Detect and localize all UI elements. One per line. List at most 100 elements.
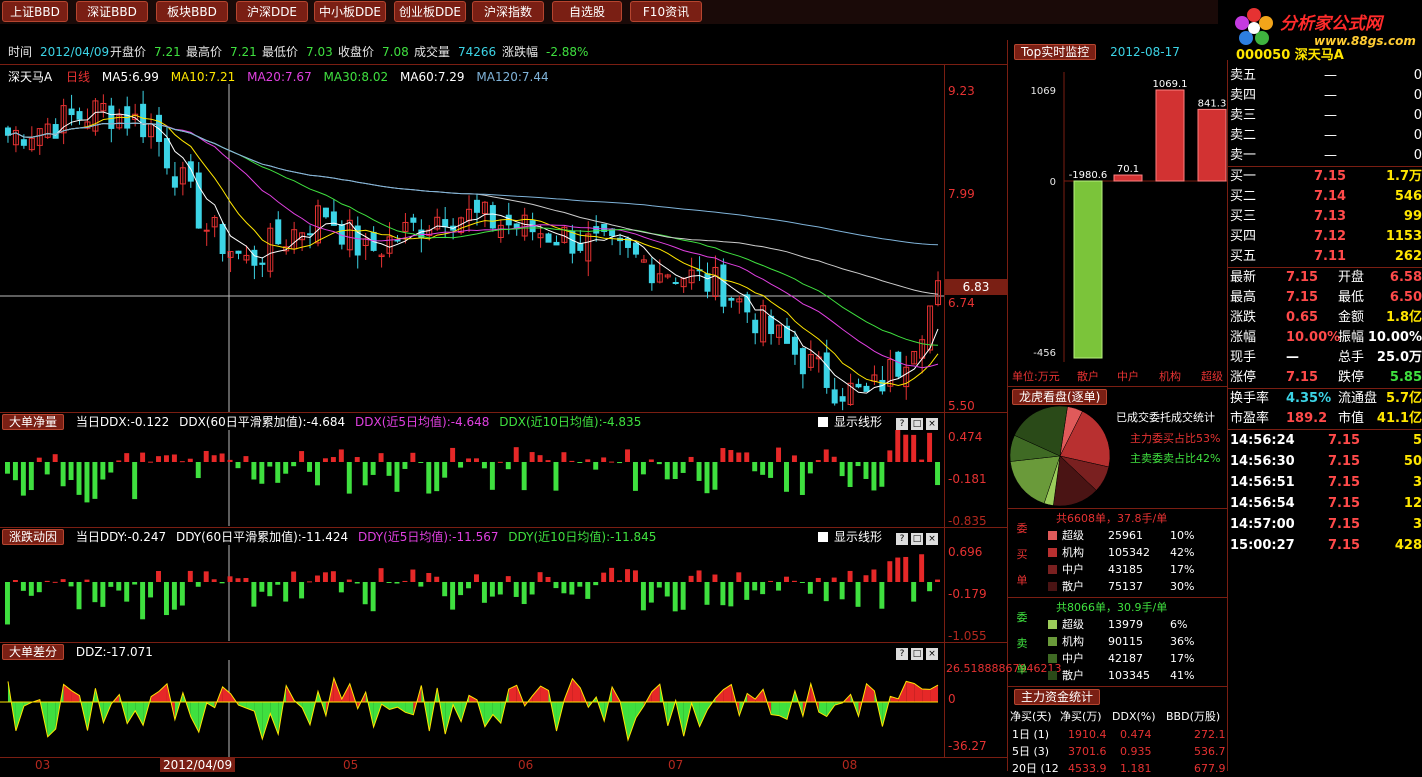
price-axis-label: 9.23 [948, 84, 975, 98]
toolbar-button-sme-dde[interactable]: 中小板DDE [314, 1, 386, 22]
toolbar-button-sector-bbd[interactable]: 板块BBD [156, 1, 228, 22]
ddz-area [866, 683, 875, 702]
ddz-area [572, 678, 581, 702]
lhb-tag[interactable]: 龙虎看盘(逐单) [1012, 389, 1108, 405]
maximize-icon[interactable]: □ [911, 418, 923, 430]
help-icon[interactable]: ? [896, 648, 908, 660]
candle-body [76, 111, 83, 120]
quote-stat-label: 流通盘 [1338, 391, 1378, 406]
negative-bar [132, 462, 138, 500]
close-icon[interactable]: × [926, 533, 938, 545]
positive-bar [648, 459, 654, 462]
negative-bar [346, 462, 352, 494]
toolbar-button-f10[interactable]: F10资讯 [630, 1, 702, 22]
positive-bar [203, 450, 209, 462]
negative-bar [752, 582, 758, 591]
candle-body [823, 352, 830, 388]
negative-bar [855, 582, 861, 607]
toolbar-button-hs-index[interactable]: 沪深指数 [472, 1, 544, 22]
checkbox-icon[interactable] [818, 417, 828, 427]
negative-bar [76, 582, 82, 610]
kline-chart[interactable] [0, 84, 944, 412]
close-icon[interactable]: × [926, 418, 938, 430]
positive-bar [354, 457, 360, 462]
tick-volume: 12 [1403, 496, 1422, 511]
close-label: 收盘价 [338, 45, 375, 59]
quote-sell-row: 卖四 — 0 [1228, 86, 1422, 106]
positive-bar [720, 448, 726, 462]
negative-bar [855, 462, 861, 467]
candle-body [577, 242, 584, 251]
positive-bar [625, 569, 630, 582]
negative-bar [283, 582, 289, 602]
negative-bar [259, 462, 265, 484]
ddx-tag[interactable]: 大单净量 [2, 414, 65, 430]
positive-bar [211, 579, 217, 582]
ddz-chart[interactable] [0, 660, 944, 757]
candle-body [720, 264, 727, 307]
ddz-area [699, 702, 708, 727]
capital-cell: 0.935 [1120, 745, 1152, 758]
positive-bar [791, 580, 797, 582]
toolbar-button-gem-dde[interactable]: 创业板DDE [394, 1, 466, 22]
ma60-line [7, 122, 939, 295]
candle-body [704, 273, 711, 292]
ddx-axis-label: -0.835 [948, 514, 987, 528]
toolbar-button-hs-dde[interactable]: 沪深DDE [236, 1, 308, 22]
quote-sell-label: 卖三 [1230, 108, 1257, 123]
ddy-tag[interactable]: 涨跌动因 [2, 529, 65, 545]
ddx-show-lines[interactable]: 显示线形 [818, 414, 882, 430]
negative-bar [784, 462, 789, 492]
close-icon[interactable]: × [926, 648, 938, 660]
ddx-chart[interactable] [0, 430, 944, 526]
quote-sell-volume: 0 [1413, 68, 1422, 83]
help-icon[interactable]: ? [896, 533, 908, 545]
checkbox-icon[interactable] [818, 532, 828, 542]
negative-bar [680, 462, 686, 473]
positive-bar [187, 570, 193, 582]
toolbar-button-sh-bbd[interactable]: 上证BBD [2, 1, 68, 22]
toolbar-button-watchlist[interactable]: 自选股 [552, 1, 622, 22]
quote-stat-value: 4.35% [1286, 391, 1332, 406]
candle-body [799, 348, 806, 375]
maximize-icon[interactable]: □ [911, 648, 923, 660]
positive-bar [895, 557, 901, 582]
help-icon[interactable]: ? [896, 418, 908, 430]
negative-bar [20, 462, 26, 496]
quote-stat-row: 市盈率 189.2 市值 41.1亿 [1228, 409, 1422, 429]
positive-bar [736, 452, 742, 462]
ddz-tag[interactable]: 大单差分 [2, 644, 65, 660]
negative-bar [251, 582, 257, 607]
positive-bar [847, 570, 853, 582]
ddy-show-lines[interactable]: 显示线形 [818, 529, 882, 545]
quote-stat-label: 现手 [1230, 350, 1257, 365]
period-label[interactable]: 日线 [66, 70, 90, 84]
lhb-row-name: 中户 [1062, 563, 1084, 576]
divider [0, 64, 1007, 65]
negative-bar [728, 582, 734, 607]
top-monitor-tag[interactable]: Top实时监控 [1014, 44, 1097, 60]
capital-column-header: 净买(天) [1010, 710, 1052, 723]
quote-buy-row: 买五 7.11 262 [1228, 247, 1422, 267]
candle-body [489, 205, 496, 229]
capital-tag[interactable]: 主力资金统计 [1014, 689, 1101, 705]
candle-body [410, 217, 417, 223]
candle-body [569, 230, 576, 254]
ddx-show-label: 显示线形 [834, 415, 883, 429]
tick-row: 14:57:00 7.15 3 [1228, 514, 1422, 535]
ddy-axis-label: -0.179 [948, 587, 987, 601]
negative-bar [799, 462, 805, 495]
lhb-sell-side-label: 委卖单 [1016, 611, 1028, 676]
positive-bar [307, 581, 313, 583]
negative-bar [871, 462, 877, 491]
toolbar-button-sz-bbd[interactable]: 深证BBD [76, 1, 148, 22]
maximize-icon[interactable]: □ [911, 533, 923, 545]
ddx-axis-label: -0.181 [948, 472, 987, 486]
lhb-sell-ratio: 主卖委卖占比42% [1130, 452, 1221, 465]
x-axis-label: 06 [518, 758, 534, 772]
ddy-chart[interactable] [0, 545, 944, 641]
negative-bar [839, 462, 845, 477]
quote-stat-row: 涨跌 0.65 金额 1.8亿 [1228, 308, 1422, 328]
monitor-bar-label: 中户 [1117, 369, 1139, 383]
candle-body [4, 127, 11, 136]
